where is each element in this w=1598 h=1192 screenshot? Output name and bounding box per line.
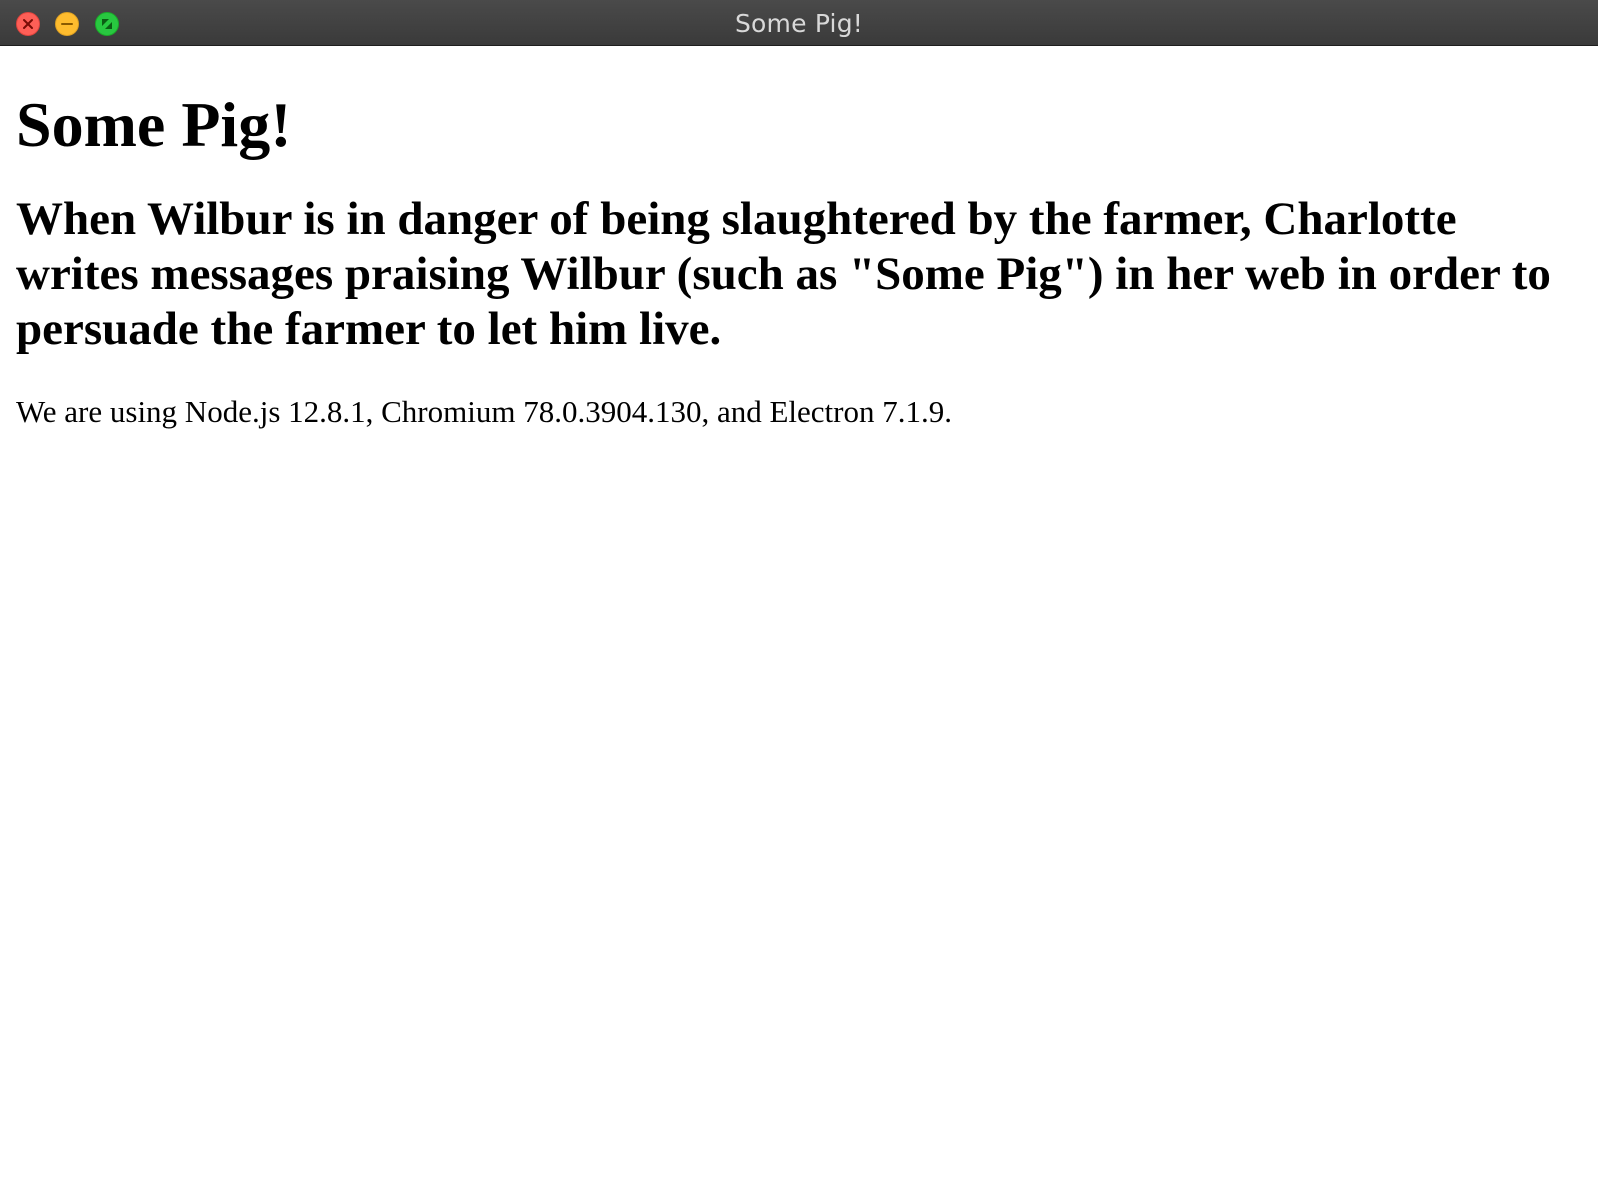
- window-title: Some Pig!: [734, 9, 863, 38]
- versions-text: We are using Node.js 12.8.1, Chromium 78…: [16, 394, 952, 429]
- page-heading: Some Pig!: [16, 89, 292, 160]
- app-window: Some Pig! Some Pig! When Wilbur is in da…: [0, 0, 1598, 1192]
- page-content: Some Pig! When Wilbur is in danger of be…: [16, 46, 1582, 431]
- page-subheading: When Wilbur is in danger of being slaugh…: [16, 193, 1551, 355]
- title-bar[interactable]: Some Pig!: [0, 0, 1598, 46]
